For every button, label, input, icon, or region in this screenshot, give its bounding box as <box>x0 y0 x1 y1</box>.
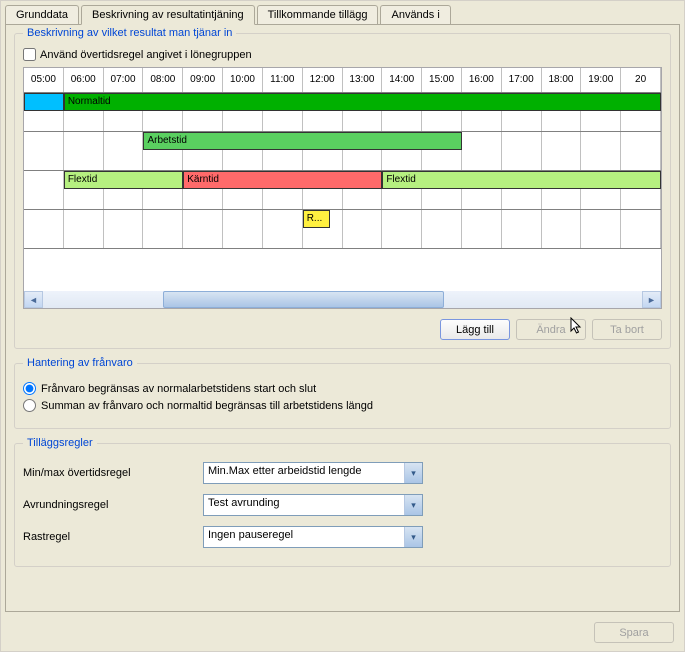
tab-beskrivning[interactable]: Beskrivning av resultatintjäning <box>81 5 255 25</box>
time-header-cell: 08:00 <box>143 68 183 92</box>
absence-option-2[interactable] <box>23 399 36 412</box>
label-minmax: Min/max övertidsregel <box>23 467 203 479</box>
timeline-scrollbar[interactable]: ◄ ► <box>24 291 661 308</box>
overtime-checkbox-row: Använd övertidsregel angivet i lönegrupp… <box>23 48 662 61</box>
bar-karntid-label: Kärntid <box>187 174 219 185</box>
edit-button: Ändra <box>516 319 586 340</box>
combo-break-value: Ingen pauseregel <box>204 527 404 547</box>
overtime-checkbox[interactable] <box>23 48 36 61</box>
bar-flextid-2-label: Flextid <box>386 174 415 185</box>
bar-karntid[interactable]: Kärntid <box>183 171 382 189</box>
time-header-cell: 16:00 <box>462 68 502 92</box>
time-header-cell: 11:00 <box>263 68 303 92</box>
timeline-row-5[interactable] <box>24 249 661 295</box>
timeline: 05:0006:0007:0008:0009:0010:0011:0012:00… <box>23 67 662 309</box>
scroll-left-button[interactable]: ◄ <box>24 291 43 308</box>
absence-option-2-label: Summan av frånvaro och normaltid begräns… <box>41 400 373 412</box>
scroll-track[interactable] <box>43 291 642 308</box>
time-header-cell: 07:00 <box>104 68 144 92</box>
group-absence: Hantering av frånvaro Frånvaro begränsas… <box>14 363 671 429</box>
group-title-result: Beskrivning av vilket resultat man tjäna… <box>23 27 236 39</box>
combo-rounding[interactable]: Test avrunding ▾ <box>203 494 423 516</box>
label-rounding: Avrundningsregel <box>23 499 203 511</box>
time-header-cell: 12:00 <box>303 68 343 92</box>
chevron-down-icon: ▾ <box>404 463 422 483</box>
time-header-cell: 13:00 <box>343 68 383 92</box>
scroll-thumb[interactable] <box>163 291 445 308</box>
group-extra-rules: Tilläggsregler Min/max övertidsregel Min… <box>14 443 671 567</box>
time-header-cell: 14:00 <box>382 68 422 92</box>
timeline-rows: Normaltid Arbetstid Flex <box>24 93 661 295</box>
timeline-row-2[interactable]: Arbetstid <box>24 132 661 171</box>
time-header-cell: 17:00 <box>502 68 542 92</box>
bar-flextid-1-label: Flextid <box>68 174 97 185</box>
time-header-cell: 10:00 <box>223 68 263 92</box>
label-break: Rastregel <box>23 531 203 543</box>
bar-flextid-2[interactable]: Flextid <box>382 171 661 189</box>
chevron-down-icon: ▾ <box>404 495 422 515</box>
time-header-cell: 18:00 <box>542 68 582 92</box>
bar-flextid-1[interactable]: Flextid <box>64 171 183 189</box>
timeline-button-row: Lägg till Ändra Ta bort <box>23 319 662 340</box>
bar-rast[interactable]: R... <box>303 210 330 228</box>
bar-normaltid-label: Normaltid <box>68 96 111 107</box>
save-button: Spara <box>594 622 674 643</box>
time-header-cell: 09:00 <box>183 68 223 92</box>
tab-panel: Beskrivning av vilket resultat man tjäna… <box>5 24 680 612</box>
add-button[interactable]: Lägg till <box>440 319 510 340</box>
absence-option-1-row: Frånvaro begränsas av normalarbetstidens… <box>23 382 662 395</box>
group-result-description: Beskrivning av vilket resultat man tjäna… <box>14 33 671 349</box>
combo-minmax[interactable]: Min.Max etter arbeidstid lengde ▾ <box>203 462 423 484</box>
combo-rounding-value: Test avrunding <box>204 495 404 515</box>
combo-minmax-value: Min.Max etter arbeidstid lengde <box>204 463 404 483</box>
delete-button: Ta bort <box>592 319 662 340</box>
overtime-checkbox-label: Använd övertidsregel angivet i lönegrupp… <box>40 49 252 61</box>
absence-option-2-row: Summan av frånvaro och normaltid begräns… <box>23 399 662 412</box>
tab-tillagg[interactable]: Tillkommande tillägg <box>257 5 379 24</box>
tabstrip: Grunddata Beskrivning av resultatintjäni… <box>1 1 684 24</box>
bar-rast-label: R... <box>307 213 323 224</box>
tab-grunddata[interactable]: Grunddata <box>5 5 79 24</box>
timeline-header: 05:0006:0007:0008:0009:0010:0011:0012:00… <box>24 68 661 93</box>
time-header-cell: 06:00 <box>64 68 104 92</box>
timeline-row-3[interactable]: Flextid Kärntid Flextid <box>24 171 661 210</box>
combo-break[interactable]: Ingen pauseregel ▾ <box>203 526 423 548</box>
time-header-cell: 19:00 <box>581 68 621 92</box>
tab-anvands[interactable]: Används i <box>380 5 450 24</box>
footer-row: Spara <box>594 622 674 643</box>
timeline-row-4[interactable]: R... <box>24 210 661 249</box>
timeline-row-1[interactable]: Normaltid <box>24 93 661 132</box>
scroll-right-button[interactable]: ► <box>642 291 661 308</box>
bar-arbetstid[interactable]: Arbetstid <box>143 132 462 150</box>
time-header-cell: 05:00 <box>24 68 64 92</box>
group-title-absence: Hantering av frånvaro <box>23 357 137 369</box>
bar-arbetstid-label: Arbetstid <box>147 135 186 146</box>
extra-rules-form: Min/max övertidsregel Min.Max etter arbe… <box>23 462 662 548</box>
time-header-cell: 15:00 <box>422 68 462 92</box>
absence-option-1[interactable] <box>23 382 36 395</box>
app-window: Grunddata Beskrivning av resultatintjäni… <box>0 0 685 652</box>
absence-option-1-label: Frånvaro begränsas av normalarbetstidens… <box>41 383 316 395</box>
group-title-extra: Tilläggsregler <box>23 437 97 449</box>
time-header-cell: 20 <box>621 68 661 92</box>
chevron-down-icon: ▾ <box>404 527 422 547</box>
bar-cyan[interactable] <box>24 93 64 111</box>
bar-normaltid[interactable]: Normaltid <box>64 93 661 111</box>
